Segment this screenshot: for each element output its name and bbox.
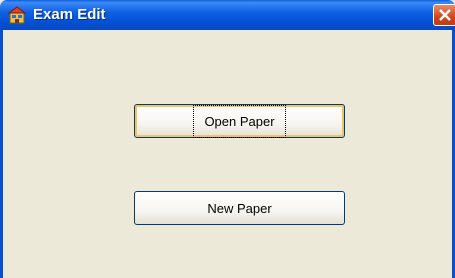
new-paper-label: New Paper — [207, 200, 272, 216]
close-button[interactable] — [433, 4, 455, 26]
close-icon — [439, 9, 451, 21]
open-paper-button[interactable]: Open Paper — [134, 104, 345, 138]
window-frame-left — [0, 30, 3, 278]
app-icon — [7, 6, 27, 24]
new-paper-button[interactable]: New Paper — [134, 191, 345, 225]
title-bar[interactable]: Exam Edit — [0, 0, 455, 30]
window-title: Exam Edit — [33, 6, 106, 23]
exam-edit-window: Exam Edit Open Paper New Paper — [0, 0, 455, 278]
open-paper-label: Open Paper — [193, 104, 286, 138]
